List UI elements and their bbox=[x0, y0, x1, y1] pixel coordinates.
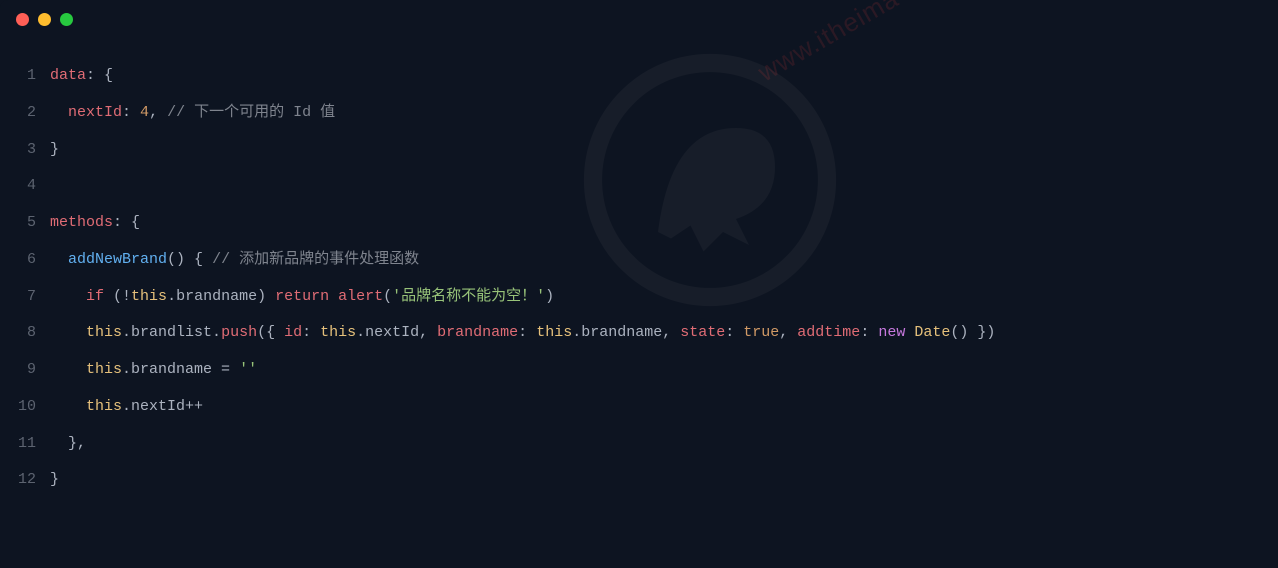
line-number: 10 bbox=[0, 389, 50, 426]
code-content[interactable] bbox=[50, 168, 59, 205]
line-number: 7 bbox=[0, 279, 50, 316]
close-icon[interactable] bbox=[16, 13, 29, 26]
line-number: 1 bbox=[0, 58, 50, 95]
code-editor[interactable]: 1data: {2 nextId: 4, // 下一个可用的 Id 值3}4 5… bbox=[0, 38, 1278, 499]
line-number: 3 bbox=[0, 132, 50, 169]
line-number: 4 bbox=[0, 168, 50, 205]
code-editor-window: www.itheima 1data: {2 nextId: 4, // 下一个可… bbox=[0, 0, 1278, 568]
line-number: 11 bbox=[0, 426, 50, 463]
code-line[interactable]: 1data: { bbox=[0, 58, 1278, 95]
code-line[interactable]: 4 bbox=[0, 168, 1278, 205]
code-content[interactable]: if (!this.brandname) return alert('品牌名称不… bbox=[50, 279, 554, 316]
titlebar bbox=[0, 0, 1278, 38]
code-line[interactable]: 2 nextId: 4, // 下一个可用的 Id 值 bbox=[0, 95, 1278, 132]
code-content[interactable]: }, bbox=[50, 426, 86, 463]
code-content[interactable]: data: { bbox=[50, 58, 113, 95]
minimize-icon[interactable] bbox=[38, 13, 51, 26]
code-line[interactable]: 6 addNewBrand() { // 添加新品牌的事件处理函数 bbox=[0, 242, 1278, 279]
code-line[interactable]: 7 if (!this.brandname) return alert('品牌名… bbox=[0, 279, 1278, 316]
line-number: 5 bbox=[0, 205, 50, 242]
line-number: 2 bbox=[0, 95, 50, 132]
code-line[interactable]: 3} bbox=[0, 132, 1278, 169]
line-number: 9 bbox=[0, 352, 50, 389]
code-line[interactable]: 12} bbox=[0, 462, 1278, 499]
code-content[interactable]: this.brandlist.push({ id: this.nextId, b… bbox=[50, 315, 995, 352]
line-number: 12 bbox=[0, 462, 50, 499]
code-line[interactable]: 9 this.brandname = '' bbox=[0, 352, 1278, 389]
line-number: 8 bbox=[0, 315, 50, 352]
code-content[interactable]: addNewBrand() { // 添加新品牌的事件处理函数 bbox=[50, 242, 419, 279]
code-line[interactable]: 8 this.brandlist.push({ id: this.nextId,… bbox=[0, 315, 1278, 352]
code-line[interactable]: 5methods: { bbox=[0, 205, 1278, 242]
code-content[interactable]: } bbox=[50, 132, 59, 169]
code-content[interactable]: } bbox=[50, 462, 59, 499]
line-number: 6 bbox=[0, 242, 50, 279]
code-content[interactable]: nextId: 4, // 下一个可用的 Id 值 bbox=[50, 95, 335, 132]
code-line[interactable]: 11 }, bbox=[0, 426, 1278, 463]
code-content[interactable]: this.brandname = '' bbox=[50, 352, 257, 389]
code-content[interactable]: this.nextId++ bbox=[50, 389, 203, 426]
maximize-icon[interactable] bbox=[60, 13, 73, 26]
code-line[interactable]: 10 this.nextId++ bbox=[0, 389, 1278, 426]
code-content[interactable]: methods: { bbox=[50, 205, 140, 242]
